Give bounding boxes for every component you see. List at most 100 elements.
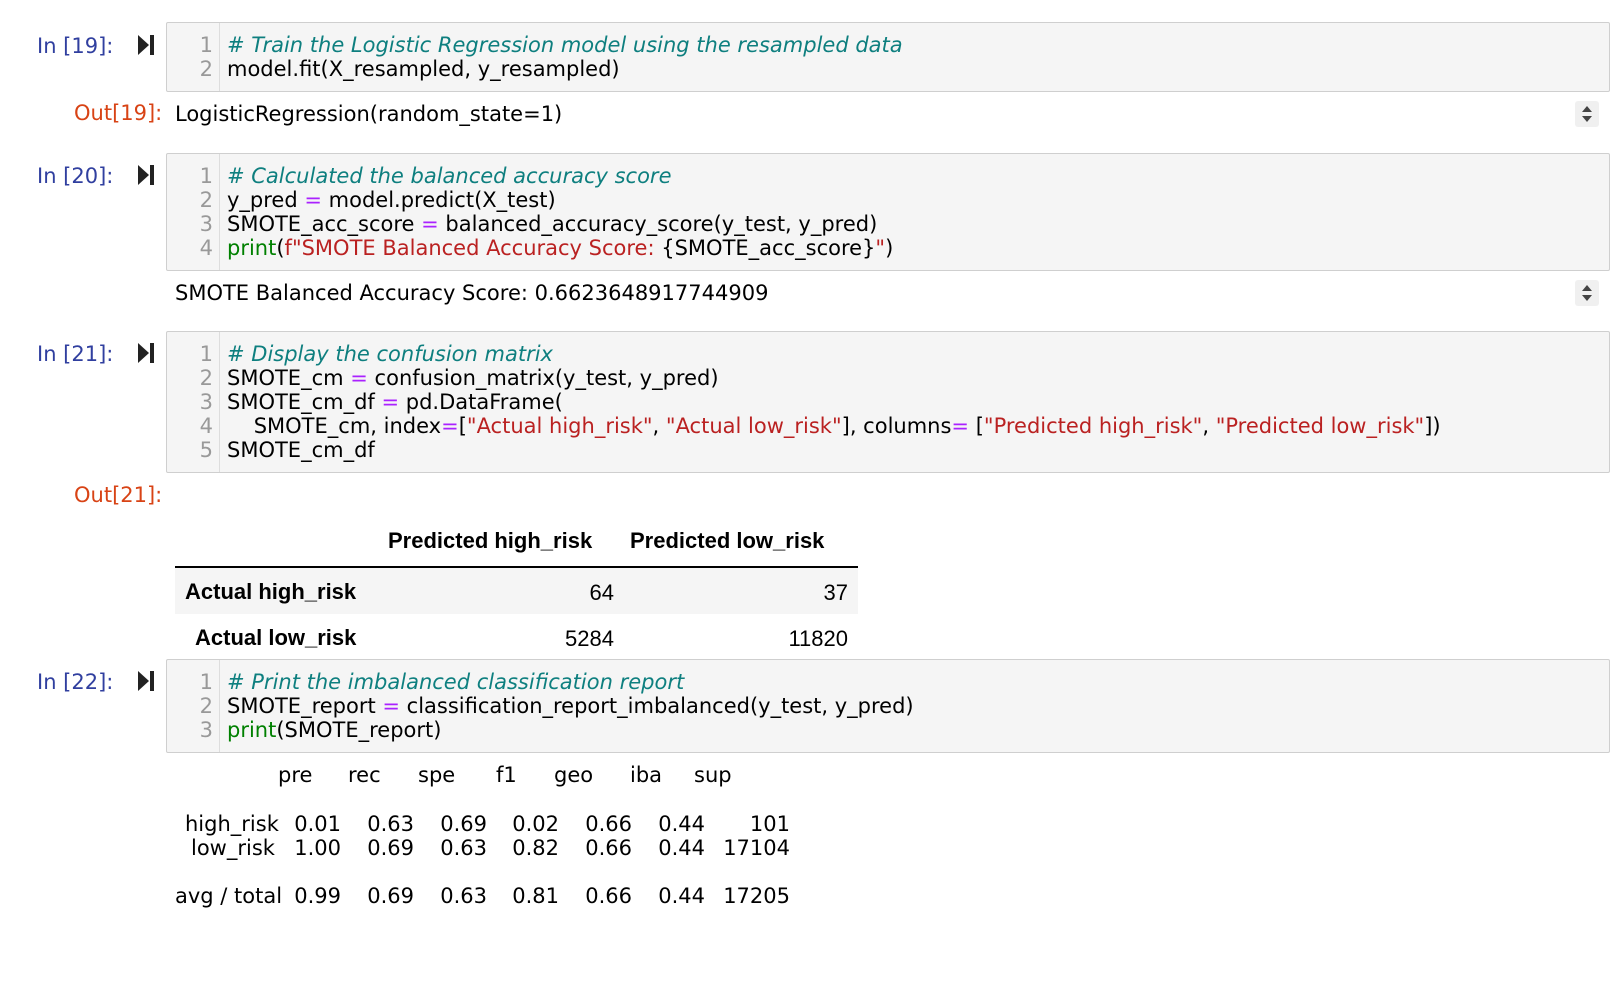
- run-cell-icon[interactable]: [137, 34, 161, 56]
- report-header: iba: [630, 763, 663, 787]
- scroll-toggle-icon[interactable]: [1575, 280, 1599, 306]
- report-header: f1: [496, 763, 517, 787]
- code-token: "Predicted high_risk": [983, 414, 1203, 438]
- report-value: 17104: [723, 836, 790, 860]
- code-line[interactable]: 1 # Calculated the balanced accuracy scor…: [167, 163, 1609, 189]
- line-number: 1: [199, 670, 213, 694]
- code-line[interactable]: 2 SMOTE_report = classification_report_im…: [167, 693, 1609, 719]
- row-index: Actual high_risk: [185, 579, 357, 604]
- code-token: (: [276, 236, 285, 260]
- code-token: "Predicted low_risk": [1215, 414, 1425, 438]
- code-text: SMOTE_report = classification_report_imb…: [227, 693, 914, 719]
- code-token: =: [350, 366, 368, 390]
- code-token: (SMOTE_report): [276, 718, 442, 742]
- code-cell[interactable]: 1 # Train the Logistic Regression model u…: [166, 22, 1610, 92]
- report-value: 0.44: [658, 812, 705, 836]
- run-cell-icon[interactable]: [137, 164, 161, 186]
- code-token: ,: [652, 414, 666, 438]
- code-text: y_pred = model.predict(X_test): [227, 187, 556, 213]
- code-token: SMOTE_cm: [227, 366, 351, 390]
- code-text: # Train the Logistic Regression model us…: [227, 32, 903, 58]
- code-token: balanced_accuracy_score(y_test, y_pred): [438, 212, 878, 236]
- report-value: 1.00: [294, 836, 341, 860]
- report-value: 0.63: [440, 884, 487, 908]
- code-token: SMOTE_acc_score: [227, 212, 422, 236]
- code-token: SMOTE_cm_df: [227, 438, 375, 462]
- code-token: # Calculated the balanced accuracy score: [227, 164, 672, 188]
- report-value: 0.66: [585, 836, 632, 860]
- report-row-label: avg / total: [175, 884, 283, 908]
- report-value: 0.69: [367, 884, 414, 908]
- report-value: 0.01: [294, 812, 341, 836]
- out-prompt: Out[19]:: [74, 101, 163, 125]
- code-token: model.predict(X_test): [321, 188, 556, 212]
- report-value: 0.66: [585, 884, 632, 908]
- report-value: 17205: [723, 884, 790, 908]
- run-cell-icon[interactable]: [137, 670, 161, 692]
- report-value: 0.63: [440, 836, 487, 860]
- table-cell: 64: [589, 580, 614, 605]
- code-token: "Actual high_risk": [466, 414, 653, 438]
- code-cell[interactable]: 1 # Calculated the balanced accuracy scor…: [166, 153, 1610, 271]
- report-value: 0.99: [294, 884, 341, 908]
- code-token: # Display the confusion matrix: [227, 342, 553, 366]
- code-line[interactable]: 2 model.fit(X_resampled, y_resampled): [167, 56, 1609, 82]
- report-header: rec: [348, 763, 381, 787]
- report-header: spe: [418, 763, 456, 787]
- report-value: 0.82: [512, 836, 559, 860]
- code-line[interactable]: 2 SMOTE_cm = confusion_matrix(y_test, y_p…: [167, 365, 1609, 391]
- code-text: SMOTE_cm, index=["Actual high_risk", "Ac…: [227, 413, 1441, 439]
- code-token: [: [969, 414, 984, 438]
- code-cell[interactable]: 1 # Display the confusion matrix 2 SMOTE_cm…: [166, 331, 1610, 473]
- report-header: sup: [694, 763, 732, 787]
- code-line[interactable]: 3 SMOTE_cm_df = pd.DataFrame(: [167, 389, 1609, 415]
- code-token: classification_report_imbalanced(y_test,…: [400, 694, 914, 718]
- code-text: # Calculated the balanced accuracy score: [227, 163, 672, 189]
- code-token: ): [885, 236, 894, 260]
- line-number: 4: [199, 236, 213, 260]
- code-token: SMOTE_cm, index: [227, 414, 442, 438]
- code-token: "Actual low_risk": [665, 414, 842, 438]
- out-prompt: Out[21]:: [74, 483, 163, 507]
- code-text: SMOTE_cm = confusion_matrix(y_test, y_pr…: [227, 365, 719, 391]
- code-line[interactable]: 1 # Print the imbalanced classification r…: [167, 669, 1609, 695]
- code-line[interactable]: 4 SMOTE_cm, index=["Actual high_risk", "…: [167, 413, 1609, 439]
- table-header-row: Predicted high_risk Predicted low_risk: [175, 516, 858, 568]
- scroll-toggle-icon[interactable]: [1575, 101, 1599, 127]
- code-token: =: [381, 390, 400, 414]
- code-token: f"SMOTE Balanced Accuracy Score:: [284, 236, 662, 260]
- report-header: geo: [554, 763, 594, 787]
- report-value: 0.66: [585, 812, 632, 836]
- code-line[interactable]: 3 print(SMOTE_report): [167, 717, 1609, 743]
- line-number: 3: [199, 212, 213, 236]
- code-text: SMOTE_acc_score = balanced_accuracy_scor…: [227, 211, 877, 237]
- code-token: ]): [1424, 414, 1441, 438]
- report-row-label: low_risk: [191, 836, 275, 860]
- code-token: print: [227, 236, 277, 260]
- code-token: model.fit(X_resampled, y_resampled): [227, 57, 620, 81]
- line-number: 3: [199, 718, 213, 742]
- code-line[interactable]: 4 print(f"SMOTE Balanced Accuracy Score: …: [167, 235, 1609, 261]
- in-prompt: In [20]:: [37, 164, 114, 188]
- code-cell[interactable]: 1 # Print the imbalanced classification r…: [166, 659, 1610, 753]
- code-line[interactable]: 3 SMOTE_acc_score = balanced_accuracy_sco…: [167, 211, 1609, 237]
- output-text: LogisticRegression(random_state=1): [175, 102, 563, 126]
- code-line[interactable]: 1 # Train the Logistic Regression model u…: [167, 32, 1609, 58]
- code-text: model.fit(X_resampled, y_resampled): [227, 56, 620, 82]
- code-line[interactable]: 1 # Display the confusion matrix: [167, 341, 1609, 367]
- code-line[interactable]: 2 y_pred = model.predict(X_test): [167, 187, 1609, 213]
- run-cell-icon[interactable]: [137, 342, 161, 364]
- code-token: =: [304, 188, 322, 212]
- code-text: SMOTE_cm_df: [227, 437, 375, 463]
- code-token: [: [458, 414, 467, 438]
- line-number: 5: [199, 438, 213, 462]
- code-token: =: [382, 694, 400, 718]
- report-value: 0.69: [367, 836, 414, 860]
- row-index: Actual low_risk: [195, 625, 357, 650]
- report-value: 0.63: [367, 812, 414, 836]
- report-header: pre: [278, 763, 313, 787]
- table-row: Actual low_risk 5284 11820: [175, 614, 858, 660]
- code-token: ,: [1202, 414, 1216, 438]
- code-line[interactable]: 5 SMOTE_cm_df: [167, 437, 1609, 463]
- report-value: 0.44: [658, 836, 705, 860]
